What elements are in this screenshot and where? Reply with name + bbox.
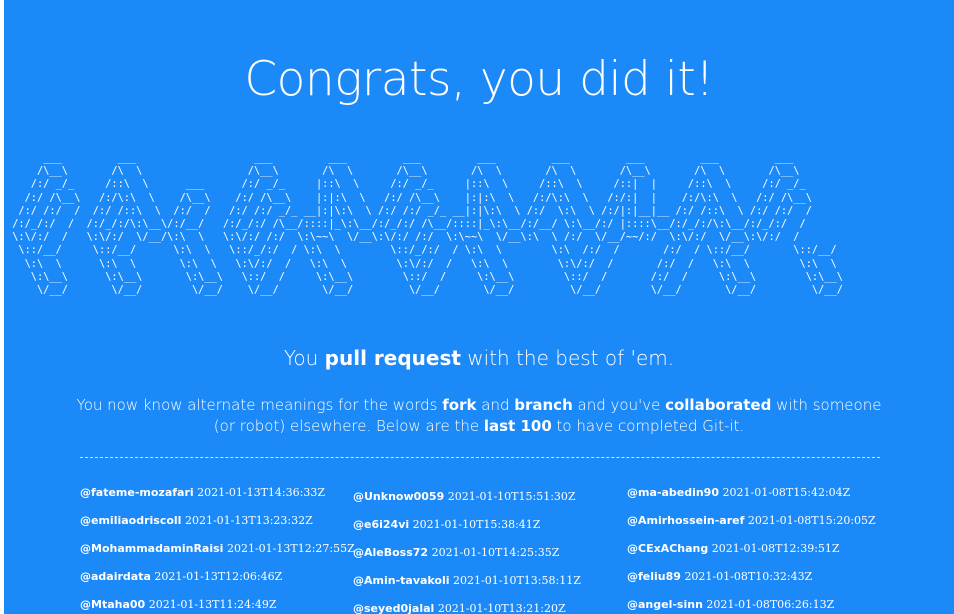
completion-time: 2021-01-08T12:39:51Z: [711, 542, 840, 555]
description: You now know alternate meanings for the …: [64, 395, 894, 437]
user-handle-link[interactable]: @Amirhossein-aref: [627, 514, 744, 527]
user-handle-link[interactable]: @fateme-mozafari: [80, 486, 194, 499]
completion-time: 2021-01-08T10:32:43Z: [684, 570, 813, 583]
completion-entry: @Amin-tavakoli 2021-01-10T13:58:11Z: [353, 574, 625, 602]
completion-time: 2021-01-13T11:24:49Z: [148, 598, 277, 611]
completion-time: 2021-01-10T15:51:30Z: [447, 490, 576, 503]
completion-entry: @adairdata 2021-01-13T12:06:46Z: [80, 570, 352, 598]
user-handle-link[interactable]: @feliu89: [627, 570, 681, 583]
ascii-art-banner: ___ ___ ___ ___ ___ ___ ___ ___ ___ ___ …: [12, 152, 843, 297]
completion-time: 2021-01-08T15:42:04Z: [722, 486, 851, 499]
completion-entry: @Amirhossein-aref 2021-01-08T15:20:05Z: [627, 514, 899, 542]
user-handle-link[interactable]: @AleBoss72: [353, 546, 428, 559]
completion-time: 2021-01-13T12:06:46Z: [154, 570, 283, 583]
completion-entry: @fateme-mozafari 2021-01-13T14:36:33Z: [80, 486, 352, 514]
tagline-pre: You: [283, 346, 325, 370]
user-handle-link[interactable]: @ma-abedin90: [627, 486, 719, 499]
completion-entry: @e6i24vi 2021-01-10T15:38:41Z: [353, 518, 625, 546]
completions-column-2: @Unknow0059 2021-01-10T15:51:30Z @e6i24v…: [353, 490, 625, 614]
completion-time: 2021-01-10T14:25:35Z: [431, 546, 560, 559]
completion-entry: @MohammadaminRaisi 2021-01-13T12:27:55Z: [80, 542, 355, 570]
completions-column-1: @fateme-mozafari 2021-01-13T14:36:33Z @e…: [80, 486, 355, 614]
completion-entry: @emiliaodriscoll 2021-01-13T13:23:32Z: [80, 514, 352, 542]
completion-entry: @seyed0jalal 2021-01-10T13:21:20Z: [353, 602, 625, 614]
description-text: and: [476, 396, 515, 414]
completion-time: 2021-01-08T06:26:13Z: [706, 598, 835, 611]
page-title: Congrats, you did it!: [244, 52, 714, 107]
user-handle-link[interactable]: @MohammadaminRaisi: [80, 542, 223, 555]
user-handle-link[interactable]: @adairdata: [80, 570, 151, 583]
completion-time: 2021-01-10T15:38:41Z: [412, 518, 541, 531]
description-bold: branch: [514, 396, 573, 414]
completions-column-3: @ma-abedin90 2021-01-08T15:42:04Z @Amirh…: [627, 486, 899, 614]
completion-entry: @feliu89 2021-01-08T10:32:43Z: [627, 570, 899, 598]
completion-time: 2021-01-08T15:20:05Z: [747, 514, 876, 527]
completion-entry: @AleBoss72 2021-01-10T14:25:35Z: [353, 546, 625, 574]
user-handle-link[interactable]: @emiliaodriscoll: [80, 514, 181, 527]
user-handle-link[interactable]: @seyed0jalal: [353, 602, 434, 614]
divider: [80, 457, 880, 458]
user-handle-link[interactable]: @e6i24vi: [353, 518, 409, 531]
user-handle-link[interactable]: @Amin-tavakoli: [353, 574, 450, 587]
user-handle-link[interactable]: @angel-sinn: [627, 598, 703, 611]
tagline-post: with the best of 'em.: [460, 346, 675, 370]
user-handle-link[interactable]: @Mtaha00: [80, 598, 145, 611]
completion-time: 2021-01-13T13:23:32Z: [184, 514, 313, 527]
completion-time: 2021-01-13T12:27:55Z: [226, 542, 355, 555]
tagline-bold: pull request: [324, 346, 461, 370]
description-text: and you've: [572, 396, 666, 414]
description-text: to have completed Git-it.: [551, 417, 745, 435]
completion-time: 2021-01-10T13:21:20Z: [437, 602, 566, 614]
user-handle-link[interactable]: @Unknow0059: [353, 490, 444, 503]
description-bold: fork: [442, 396, 477, 414]
tagline: You pull request with the best of 'em.: [4, 346, 954, 370]
completion-entry: @Mtaha00 2021-01-13T11:24:49Z: [80, 598, 352, 614]
completion-entry: @angel-sinn 2021-01-08T06:26:13Z: [627, 598, 899, 614]
completion-entry: @Unknow0059 2021-01-10T15:51:30Z: [353, 490, 625, 518]
completion-entry: @CExAChang 2021-01-08T12:39:51Z: [627, 542, 899, 570]
description-bold: collaborated: [665, 396, 772, 414]
congrats-page: Congrats, you did it! ___ ___ ___ ___ __…: [4, 0, 954, 614]
user-handle-link[interactable]: @CExAChang: [627, 542, 708, 555]
description-text: You now know alternate meanings for the …: [76, 396, 443, 414]
completion-time: 2021-01-10T13:58:11Z: [453, 574, 581, 587]
description-bold: last 100: [483, 417, 552, 435]
completion-entry: @ma-abedin90 2021-01-08T15:42:04Z: [627, 486, 899, 514]
completion-time: 2021-01-13T14:36:33Z: [197, 486, 325, 499]
